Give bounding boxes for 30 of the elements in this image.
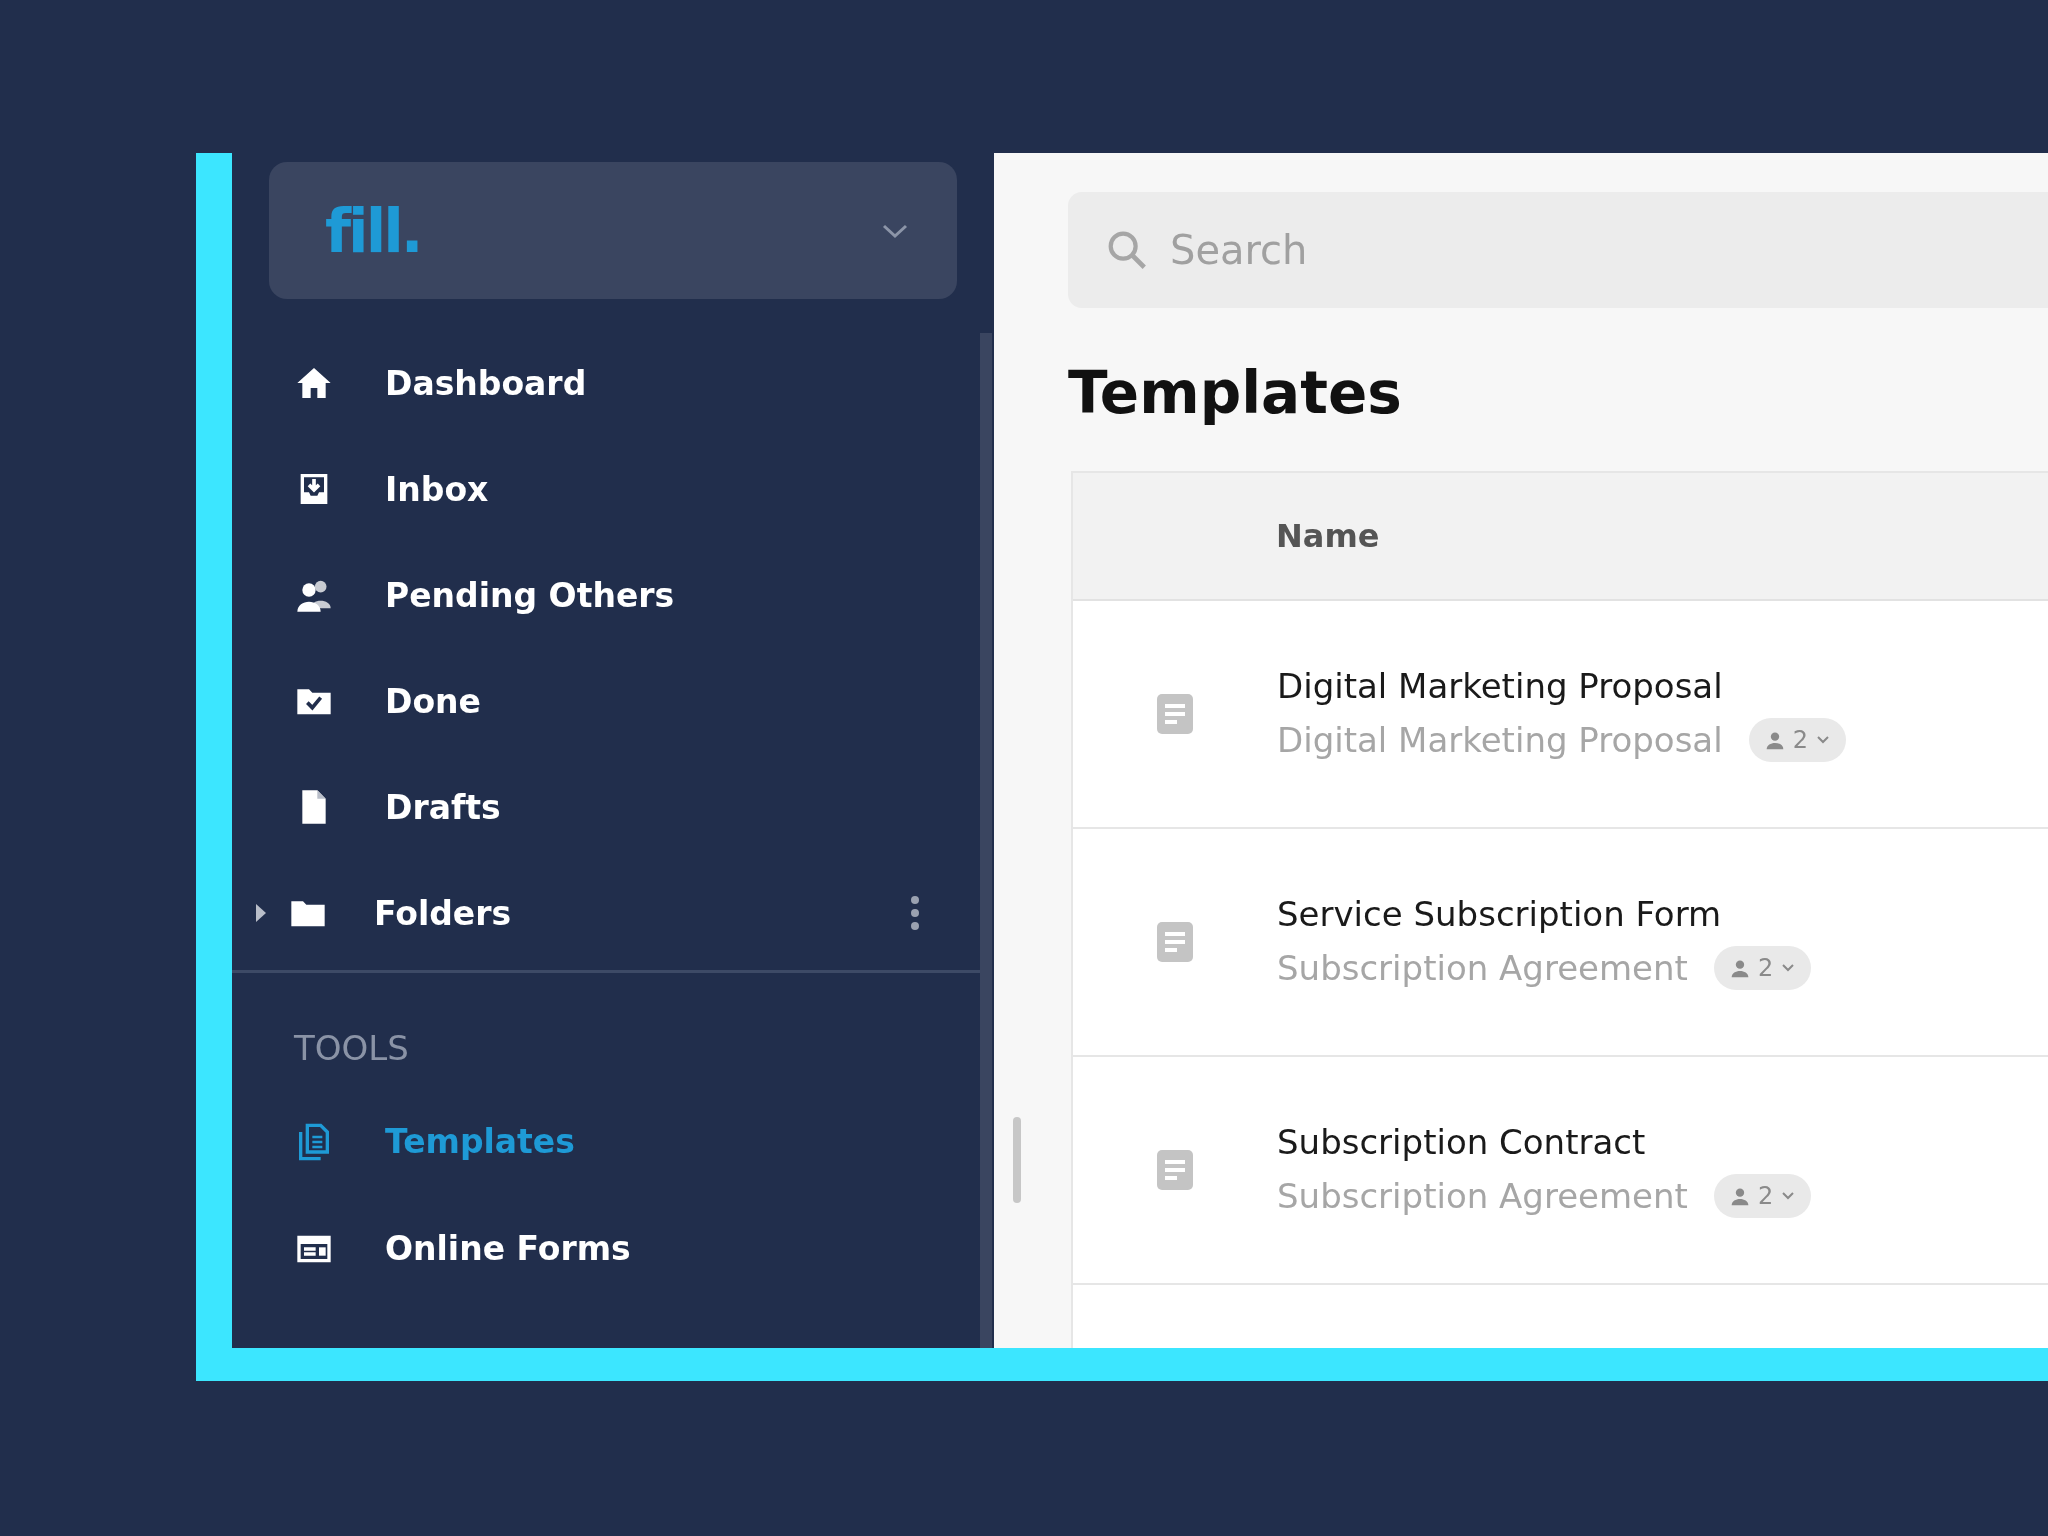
template-name[interactable]: Service Subscription Form (1277, 894, 1812, 934)
resize-handle[interactable] (1013, 1117, 1021, 1203)
page-title: Templates (1068, 358, 1403, 428)
chevron-down-icon (881, 222, 909, 239)
section-heading: TOOLS (293, 1027, 410, 1070)
person-icon (1729, 958, 1750, 978)
nav-item[interactable]: Inbox (232, 436, 980, 542)
template-type: Subscription Agreement (1277, 1176, 1688, 1216)
column-header[interactable]: Name (1276, 517, 1380, 555)
search-field[interactable]: Search (1068, 192, 2048, 308)
person-icon (1729, 1186, 1750, 1206)
nav-item[interactable]: Online Forms (232, 1195, 980, 1302)
logo: fill. (325, 195, 421, 266)
template-name[interactable]: Digital Marketing Proposal (1277, 666, 1846, 706)
chevron-down-icon (1781, 1191, 1796, 1201)
chevron-down-icon (1781, 963, 1796, 973)
chevron-down-icon (1815, 735, 1830, 745)
template-type: Digital Marketing Proposal (1277, 720, 1723, 760)
template-type: Subscription Agreement (1277, 948, 1688, 988)
nav-item[interactable]: Done (232, 648, 980, 754)
scrollbar[interactable] (980, 333, 992, 1348)
nav-item[interactable]: Pending Others (232, 542, 980, 648)
template-name[interactable]: Subscription Contract (1277, 1122, 1812, 1162)
person-icon (1764, 730, 1785, 750)
folders-item[interactable]: Folders (232, 860, 980, 966)
nav-item[interactable]: Drafts (232, 754, 980, 860)
caret-icon[interactable] (254, 902, 268, 924)
more-options-icon[interactable] (910, 895, 920, 931)
nav-item[interactable]: Dashboard (232, 330, 980, 436)
nav-item[interactable]: Templates (232, 1088, 980, 1195)
